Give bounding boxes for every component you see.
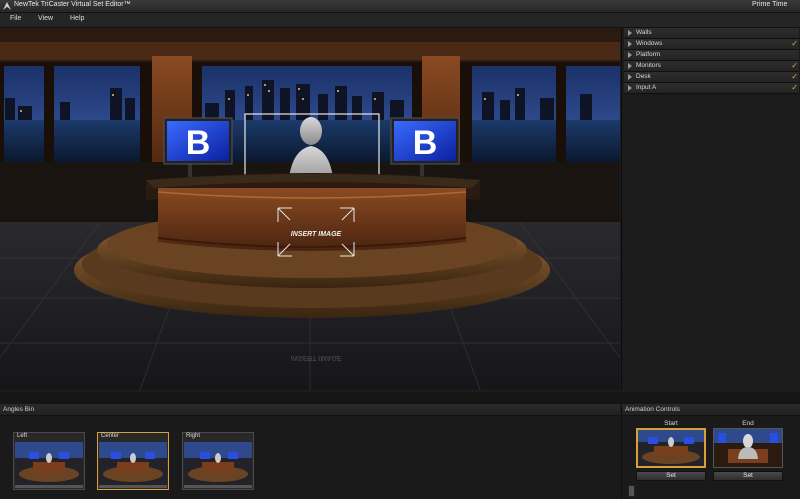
angles-bin-header: Angles Bin — [0, 404, 620, 416]
menu-file[interactable]: File — [10, 15, 21, 22]
checkmark-icon[interactable]: ✓ — [791, 83, 798, 92]
checkmark-icon[interactable]: ✓ — [791, 39, 798, 48]
angle-thumb-left[interactable]: Left — [13, 432, 85, 490]
end-keyframe-preview — [714, 429, 782, 467]
layers-panel: Walls Windows ✓ Platform Monitors ✓ Desk… — [621, 28, 800, 390]
start-label: Start — [664, 420, 678, 427]
layer-desk[interactable]: Desk ✓ — [624, 72, 799, 83]
layer-walls[interactable]: Walls — [624, 28, 799, 39]
set-start-button[interactable]: Set — [636, 471, 706, 481]
virtual-set-render: B B INSERT IMAGE INSERT IMAGE — [0, 28, 620, 390]
layer-monitors[interactable]: Monitors ✓ — [624, 61, 799, 72]
angle-label: Right — [183, 433, 253, 442]
insert-image-reflection: INSERT IMAGE — [291, 354, 342, 361]
menu-view[interactable]: View — [38, 15, 53, 22]
expand-arrow-icon[interactable] — [628, 85, 632, 91]
expand-arrow-icon[interactable] — [628, 30, 632, 36]
start-keyframe-preview — [638, 430, 704, 466]
set-end-button[interactable]: Set — [713, 471, 783, 481]
angles-bin-panel — [0, 404, 620, 499]
monitor-left-letter: B — [186, 124, 211, 162]
insert-image-label: INSERT IMAGE — [291, 231, 342, 238]
splitter[interactable] — [0, 392, 800, 404]
angle-thumb-right[interactable]: Right — [182, 432, 254, 490]
expand-arrow-icon[interactable] — [628, 52, 632, 58]
angle-scrub-bar — [99, 485, 167, 488]
profile-name: Prime Time — [752, 1, 788, 8]
angle-thumb-center[interactable]: Center — [97, 432, 169, 490]
animation-slider-handle[interactable] — [628, 485, 635, 497]
angle-scrub-bar — [15, 485, 83, 488]
angle-preview — [15, 442, 83, 486]
checkmark-icon[interactable]: ✓ — [791, 61, 798, 70]
angles-bin-title: Angles Bin — [3, 406, 35, 413]
angle-preview — [184, 442, 252, 486]
angle-scrub-bar — [184, 485, 252, 488]
expand-arrow-icon[interactable] — [628, 41, 632, 47]
newtek-logo-icon — [3, 2, 11, 10]
layer-input-a[interactable]: Input A ✓ — [624, 83, 799, 94]
expand-arrow-icon[interactable] — [628, 63, 632, 69]
start-keyframe-thumb[interactable] — [636, 428, 706, 468]
menu-help[interactable]: Help — [70, 15, 84, 22]
end-label: End — [742, 420, 754, 427]
monitor-right-letter: B — [413, 124, 438, 162]
angle-label: Left — [14, 433, 84, 442]
menu-bar: File View Help — [0, 13, 800, 28]
animation-controls-header: Animation Controls — [621, 404, 800, 416]
window-title: NewTek TriCaster Virtual Set Editor™ — [14, 1, 131, 8]
layer-windows[interactable]: Windows ✓ — [624, 39, 799, 50]
title-bar: NewTek TriCaster Virtual Set Editor™ Pri… — [0, 0, 800, 13]
checkmark-icon[interactable]: ✓ — [791, 72, 798, 81]
angle-preview — [99, 442, 167, 486]
layer-platform[interactable]: Platform — [624, 50, 799, 61]
animation-controls-title: Animation Controls — [625, 406, 680, 413]
angle-label: Center — [98, 433, 168, 442]
expand-arrow-icon[interactable] — [628, 74, 632, 80]
end-keyframe-thumb[interactable] — [713, 428, 783, 468]
set-preview-viewport[interactable]: B B INSERT IMAGE INSERT IMAGE — [0, 28, 620, 390]
